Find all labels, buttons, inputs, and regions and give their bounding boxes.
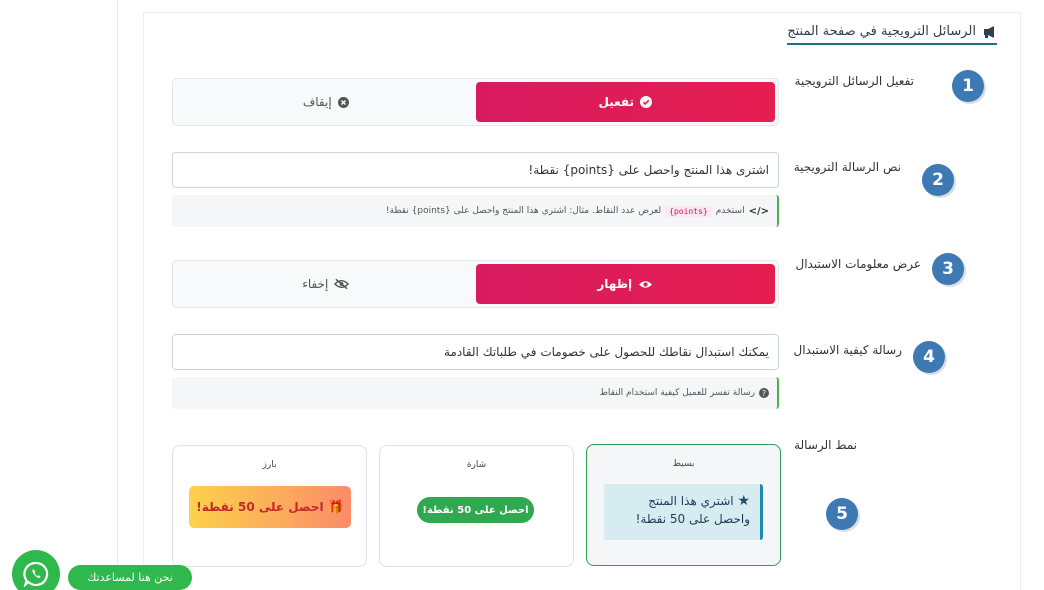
bold-preview-text: احصل على 50 نقطة! [196, 500, 324, 514]
style-option-title: بسيط [672, 459, 695, 469]
hint-code: {points} [665, 205, 712, 217]
svg-text:?: ? [762, 389, 766, 398]
bold-preview: 🎁 احصل على 50 نقطة! [189, 486, 351, 528]
redeem-message-input[interactable]: يمكنك استبدال نقاطك للحصول على خصومات في… [172, 334, 779, 370]
promo-message-hint: </> استخدم {points} لعرض عدد النقاط. مثا… [172, 195, 779, 227]
section-title-text: الرسائل الترويجية في صفحة المنتج [787, 24, 976, 39]
step-badge-5: 5 [826, 498, 858, 530]
step-badge-4: 4 [913, 341, 945, 373]
section-title: الرسائل الترويجية في صفحة المنتج [787, 24, 997, 45]
show-option[interactable]: إظهار [475, 264, 775, 304]
style-option-title: بارز [262, 460, 277, 470]
hint-prefix: استخدم [715, 206, 745, 216]
whatsapp-icon [23, 561, 49, 587]
activate-on-option[interactable]: تفعيل [475, 82, 775, 122]
check-circle-icon [640, 96, 653, 108]
show-label: إظهار [597, 277, 633, 291]
eye-icon [639, 280, 653, 288]
style-option-bold[interactable]: بارز 🎁 احصل على 50 نقطة! [172, 445, 367, 567]
activate-on-label: تفعيل [598, 95, 635, 109]
question-circle-icon: ? [759, 388, 769, 398]
x-circle-icon [337, 96, 349, 108]
simple-preview-text: اشتري هذا المنتج واحصل على 50 نقطة! [635, 494, 750, 526]
megaphone-icon [984, 25, 994, 38]
step-badge-1: 1 [952, 70, 984, 102]
simple-preview: ★ اشتري هذا المنتج واحصل على 50 نقطة! [604, 484, 763, 540]
promo-message-input[interactable]: اشترى هذا المنتج واحصل على {points} نقطة… [172, 152, 779, 188]
activate-label: تفعيل الرسائل الترويجية [794, 74, 914, 88]
activate-toggle: إيقاف تفعيل [172, 78, 779, 126]
redeem-hint-text: رسالة تفسر للعميل كيفية استخدام النقاط [599, 388, 755, 398]
help-button[interactable]: نحن هنا لمساعدتك [68, 565, 192, 590]
code-icon: </> [748, 205, 769, 217]
star-icon: ★ [737, 493, 750, 509]
gift-icon: 🎁 [327, 499, 344, 515]
activate-off-option[interactable]: إيقاف [176, 82, 476, 122]
message-label: نص الرسالة الترويجية [793, 160, 901, 174]
style-option-badge[interactable]: شارة احصل على 50 نقطة! [379, 445, 574, 567]
show-redeem-toggle: إخفاء إظهار [172, 260, 779, 308]
show-redeem-label: عرض معلومات الاستبدال [795, 257, 921, 271]
style-label: نمط الرسالة [794, 438, 857, 452]
activate-off-label: إيقاف [302, 95, 332, 109]
hint-suffix: لعرض عدد النقاط. مثال: اشتري هذا المنتج … [385, 206, 662, 216]
hide-label: إخفاء [302, 277, 329, 291]
redeem-message-label: رسالة كيفية الاستبدال [793, 343, 902, 357]
hide-option[interactable]: إخفاء [176, 264, 476, 304]
eye-slash-icon [334, 278, 350, 290]
step-badge-2: 2 [922, 164, 954, 196]
whatsapp-button[interactable] [12, 550, 60, 590]
style-option-title: شارة [466, 460, 487, 470]
style-option-simple[interactable]: بسيط ★ اشتري هذا المنتج واحصل على 50 نقط… [586, 444, 781, 566]
step-badge-3: 3 [932, 253, 964, 285]
redeem-message-hint: ? رسالة تفسر للعميل كيفية استخدام النقاط [172, 377, 779, 409]
badge-preview: احصل على 50 نقطة! [417, 497, 534, 523]
sidebar-divider [117, 0, 118, 590]
